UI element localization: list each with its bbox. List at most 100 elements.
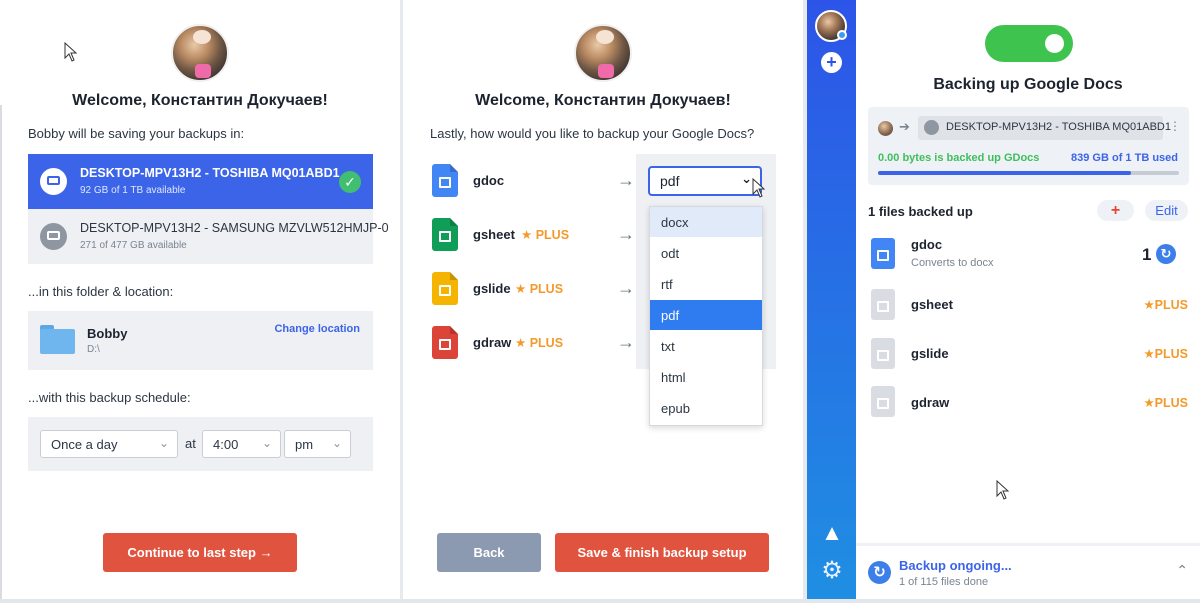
file-type-name: gsheet bbox=[911, 297, 953, 312]
progress-title: Backup ongoing... bbox=[899, 558, 1012, 573]
selected-format: pdf bbox=[660, 173, 680, 189]
panel-edge bbox=[0, 105, 2, 603]
plus-badge: ★ PLUS bbox=[515, 336, 564, 350]
time-value: 4:00 bbox=[213, 437, 239, 452]
ampm-select[interactable]: pm ⌄ bbox=[284, 430, 351, 458]
plus-badge: ★PLUS bbox=[1143, 347, 1188, 361]
format-option-docx[interactable]: docx bbox=[650, 207, 762, 237]
chevron-down-icon: ⌄ bbox=[741, 171, 752, 186]
format-option-html[interactable]: html bbox=[650, 362, 762, 392]
change-location-link[interactable]: Change location bbox=[274, 323, 360, 335]
format-option-odt[interactable]: odt bbox=[650, 238, 762, 268]
setup-step-formats: Welcome, Константин Докучаев! Lastly, ho… bbox=[403, 0, 803, 603]
format-option-txt[interactable]: txt bbox=[650, 331, 762, 361]
at-label: at bbox=[185, 436, 196, 451]
file-type-name: gdoc bbox=[911, 237, 943, 252]
chevron-down-icon: ⌄ bbox=[261, 436, 272, 450]
saving-label: Bobby will be saving your backups in: bbox=[28, 126, 245, 141]
folder-path: D:\ bbox=[87, 344, 100, 355]
gdoc-row: gdoc → bbox=[432, 164, 642, 198]
gslide-row: gslide ★ PLUS → bbox=[432, 272, 642, 306]
file-type-name: gslide bbox=[911, 346, 949, 361]
backup-status-window: + ▲ ⚙ Backing up Google Docs ➔ DESKTOP-M… bbox=[807, 0, 1200, 603]
finish-setup-button[interactable]: Save & finish backup setup bbox=[555, 533, 769, 572]
gsheet-row: gsheet ★ PLUS → bbox=[432, 218, 642, 252]
time-select[interactable]: 4:00 ⌄ bbox=[202, 430, 281, 458]
account-badge bbox=[837, 30, 847, 40]
format-option-epub[interactable]: epub bbox=[650, 393, 762, 423]
backup-progress-footer[interactable]: ↻ Backup ongoing... 1 of 115 files done … bbox=[856, 543, 1200, 603]
bottom-border bbox=[0, 599, 1200, 603]
backup-toggle[interactable] bbox=[985, 25, 1073, 62]
gear-icon[interactable]: ⚙ bbox=[819, 558, 845, 584]
gslide-icon bbox=[432, 272, 458, 305]
files-backed-header: 1 files backed up bbox=[868, 204, 973, 219]
progress-subtitle: 1 of 115 files done bbox=[899, 576, 989, 588]
status-title: Backing up Google Docs bbox=[933, 76, 1123, 93]
schedule-label: ...with this backup schedule: bbox=[28, 390, 191, 405]
plus-icon: + bbox=[1110, 202, 1121, 219]
arrow-right-icon: → bbox=[617, 170, 635, 190]
arrow-right-icon: → bbox=[617, 224, 635, 244]
frequency-value: Once a day bbox=[51, 437, 118, 452]
gdoc-format-select[interactable]: pdf ⌄ bbox=[648, 166, 762, 196]
welcome-title: Welcome, Константин Докучаев! bbox=[475, 92, 731, 109]
backed-up-text: 0.00 bytes is backed up GDocs bbox=[878, 152, 1040, 164]
monitor-icon bbox=[40, 168, 67, 195]
drive-capacity: 92 GB of 1 TB available bbox=[80, 185, 186, 196]
star-icon: ★ bbox=[515, 282, 527, 296]
star-icon: ★ bbox=[1143, 347, 1155, 361]
drive-capacity: 271 of 477 GB available bbox=[80, 240, 187, 251]
arrow-right-icon: → bbox=[617, 278, 635, 298]
star-icon: ★ bbox=[1143, 396, 1155, 410]
add-type-button[interactable]: + bbox=[1097, 200, 1134, 221]
device-chip[interactable]: DESKTOP-MPV13H2 - TOSHIBA MQ01ABD1 bbox=[918, 116, 1171, 140]
welcome-title: Welcome, Константин Докучаев! bbox=[72, 92, 328, 109]
monitor-icon bbox=[924, 120, 939, 135]
check-icon: ✓ bbox=[339, 171, 361, 193]
drive-option-samsung[interactable]: DESKTOP-MPV13H2 - SAMSUNG MZVLW512HMJP-0… bbox=[28, 209, 389, 264]
ampm-value: pm bbox=[295, 437, 314, 452]
setup-step-location: Welcome, Константин Докучаев! Bobby will… bbox=[0, 0, 400, 603]
continue-button[interactable]: Continue to last step → bbox=[103, 533, 297, 572]
folder-name: Bobby bbox=[87, 326, 128, 341]
file-type-sub: Converts to docx bbox=[911, 257, 994, 269]
gdraw-icon bbox=[871, 386, 895, 417]
app-stage: Welcome, Константин Докучаев! Bobby will… bbox=[0, 0, 1200, 603]
plus-icon[interactable]: + bbox=[821, 52, 842, 73]
back-button[interactable]: Back bbox=[437, 533, 541, 572]
chevron-down-icon: ⌄ bbox=[331, 436, 342, 450]
gslide-icon bbox=[871, 338, 895, 369]
gsheet-icon bbox=[871, 289, 895, 320]
avatar bbox=[574, 24, 632, 82]
edit-button[interactable]: Edit bbox=[1145, 200, 1188, 221]
star-icon: ★ bbox=[1143, 298, 1155, 312]
type-name: gslide bbox=[473, 281, 511, 296]
format-option-pdf[interactable]: pdf bbox=[650, 300, 762, 330]
storage-bar-fill bbox=[878, 171, 1131, 175]
gdoc-icon bbox=[871, 238, 895, 269]
plus-badge: ★ PLUS bbox=[515, 282, 564, 296]
gdraw-row: gdraw ★ PLUS → bbox=[432, 326, 642, 360]
chevron-down-icon: ⌄ bbox=[158, 436, 169, 450]
mouse-cursor-icon bbox=[64, 42, 78, 62]
arrow-right-icon: → bbox=[617, 332, 635, 352]
schedule-card: Once a day ⌄ at 4:00 ⌄ pm ⌄ bbox=[28, 417, 373, 471]
more-icon[interactable]: ⋮ bbox=[1169, 119, 1181, 133]
arrow-right-icon: ➔ bbox=[899, 119, 910, 134]
drive-option-toshiba[interactable]: DESKTOP-MPV13H2 - TOSHIBA MQ01ABD1 92 GB… bbox=[28, 154, 373, 209]
sync-icon: ↻ bbox=[1156, 244, 1176, 264]
storage-bar bbox=[878, 171, 1179, 175]
plus-badge: ★PLUS bbox=[1143, 298, 1188, 312]
warning-icon[interactable]: ▲ bbox=[820, 522, 844, 544]
chevron-up-icon[interactable]: ⌃ bbox=[1176, 562, 1188, 579]
gdoc-icon bbox=[432, 164, 458, 197]
star-icon: ★ bbox=[515, 336, 527, 350]
star-icon: ★ bbox=[521, 228, 533, 242]
device-card: ➔ DESKTOP-MPV13H2 - TOSHIBA MQ01ABD1 ⋮ 0… bbox=[868, 107, 1189, 185]
folder-icon bbox=[40, 325, 75, 354]
device-name: DESKTOP-MPV13H2 - TOSHIBA MQ01ABD1 bbox=[946, 121, 1171, 133]
frequency-select[interactable]: Once a day ⌄ bbox=[40, 430, 178, 458]
format-question: Lastly, how would you like to backup you… bbox=[430, 126, 755, 141]
format-option-rtf[interactable]: rtf bbox=[650, 269, 762, 299]
